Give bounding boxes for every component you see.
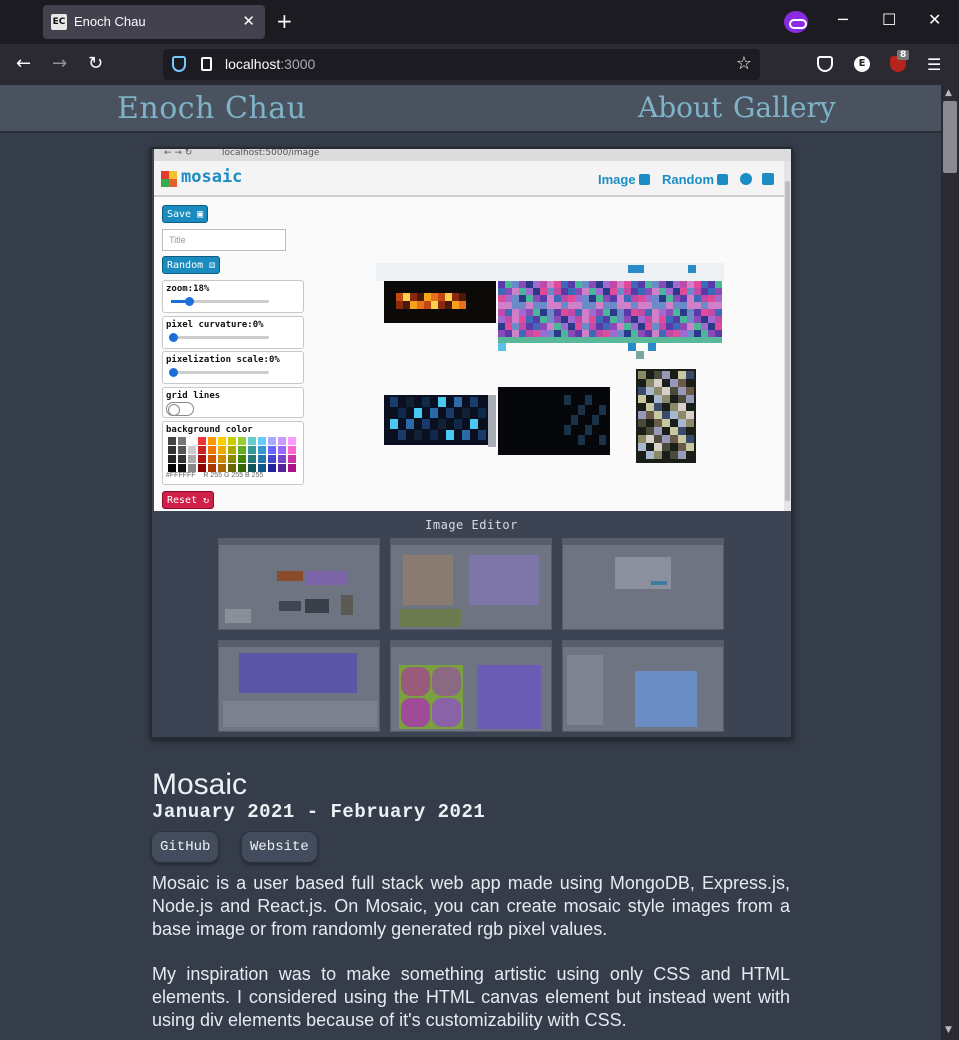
pixel-curvature-control: pixel curvature:0% <box>162 316 304 349</box>
project-dates: January 2021 - February 2021 <box>152 801 486 823</box>
mosaic-title-input: Title <box>162 229 286 251</box>
project-description-2: My inspiration was to make something art… <box>152 964 790 1030</box>
close-tab-icon[interactable]: ✕ <box>242 12 255 30</box>
thumbnail-2[interactable] <box>390 538 552 630</box>
pocket-icon[interactable] <box>817 56 833 72</box>
site-brand[interactable]: Enoch Chau <box>117 91 306 126</box>
reload-icon[interactable]: ↻ <box>88 53 103 74</box>
favicon-icon: EC <box>51 14 67 30</box>
zoom-control: zoom:18% <box>162 280 304 313</box>
github-link-button[interactable]: GitHub <box>151 831 220 863</box>
gallery-main-image[interactable]: ← → ↻ localhost:5000/image mosaic Image … <box>154 149 791 511</box>
browser-tab-bar: EC Enoch Chau ✕ + ─ ☐ ✕ <box>0 0 959 44</box>
forward-icon[interactable]: → <box>52 53 67 74</box>
project-title: Mosaic <box>152 768 248 801</box>
embedded-scrollbar <box>784 161 791 511</box>
page-scrollbar[interactable]: ▲ ▼ <box>941 85 959 1040</box>
user-icon <box>740 173 752 185</box>
extension-e-icon[interactable]: E <box>854 56 870 72</box>
mosaic-save-button: Save ▣ <box>162 205 209 223</box>
thumbnail-1[interactable] <box>218 538 380 630</box>
hamburger-menu-icon[interactable]: ☰ <box>927 55 941 74</box>
mosaic-logo-text: mosaic <box>181 167 243 187</box>
tab-title: Enoch Chau <box>74 14 146 29</box>
gallery-caption: Image Editor <box>425 518 518 532</box>
plus-square-icon <box>638 174 650 185</box>
logout-icon <box>762 173 774 185</box>
nav-about[interactable]: About <box>638 91 722 124</box>
grid-lines-control: grid lines <box>162 387 304 418</box>
scroll-down-icon[interactable]: ▼ <box>945 1025 952 1035</box>
shield-icon[interactable] <box>172 56 186 72</box>
back-icon[interactable]: ← <box>16 53 31 74</box>
mosaic-reset-button: Reset ↻ <box>162 491 215 509</box>
url-text[interactable]: localhost:3000 <box>225 56 315 72</box>
thumbnail-3[interactable] <box>562 538 724 630</box>
background-color-control: background color #FFFFFF R 255 G 255 B 2… <box>162 421 304 485</box>
mosaic-nav-image: Image <box>598 172 650 187</box>
website-link-button[interactable]: Website <box>241 831 318 863</box>
thumbnail-6[interactable] <box>562 640 724 732</box>
page-icon <box>201 57 212 71</box>
scroll-up-icon[interactable]: ▲ <box>945 88 952 98</box>
mosaic-logo-icon <box>161 171 177 187</box>
browser-nav-bar: ← → ↻ localhost:3000 ☆ E 8 ☰ <box>0 44 959 85</box>
maximize-icon[interactable]: ☐ <box>882 10 896 29</box>
mosaic-canvas <box>376 263 726 473</box>
site-header: Enoch Chau About Gallery <box>0 85 941 133</box>
thumbnail-5[interactable] <box>390 640 552 732</box>
pixelization-scale-control: pixelization scale:0% <box>162 351 304 384</box>
mosaic-random-button: Random ⚄ <box>162 256 221 274</box>
scroll-thumb[interactable] <box>943 101 957 173</box>
mosaic-app-bar: mosaic Image Random <box>154 161 784 197</box>
window-close-icon[interactable]: ✕ <box>928 10 941 29</box>
new-tab-icon[interactable]: + <box>276 9 293 33</box>
pixelization-slider <box>169 368 269 377</box>
curvature-slider <box>169 333 269 342</box>
project-description-1: Mosaic is a user based full stack web ap… <box>152 873 790 939</box>
minimize-icon[interactable]: ─ <box>838 10 848 29</box>
browser-tab[interactable]: EC Enoch Chau ✕ <box>43 5 265 39</box>
bookmark-star-icon[interactable]: ☆ <box>736 53 752 74</box>
nav-gallery[interactable]: Gallery <box>733 91 836 124</box>
mosaic-nav-random: Random <box>662 172 728 187</box>
plus-square-icon <box>717 174 728 185</box>
thumbnail-4[interactable] <box>218 640 380 732</box>
grid-lines-toggle <box>166 402 194 416</box>
project-gallery: ← → ↻ localhost:5000/image mosaic Image … <box>150 147 793 739</box>
color-values: #FFFFFF R 255 G 255 B 255 <box>166 472 264 479</box>
url-bar[interactable]: localhost:3000 ☆ <box>163 49 760 80</box>
zoom-slider <box>171 297 269 306</box>
embedded-browser-bar: ← → ↻ localhost:5000/image <box>154 149 791 161</box>
embedded-url: localhost:5000/image <box>222 149 320 158</box>
private-browsing-icon <box>784 11 808 33</box>
extension-badge: 8 <box>897 50 910 60</box>
